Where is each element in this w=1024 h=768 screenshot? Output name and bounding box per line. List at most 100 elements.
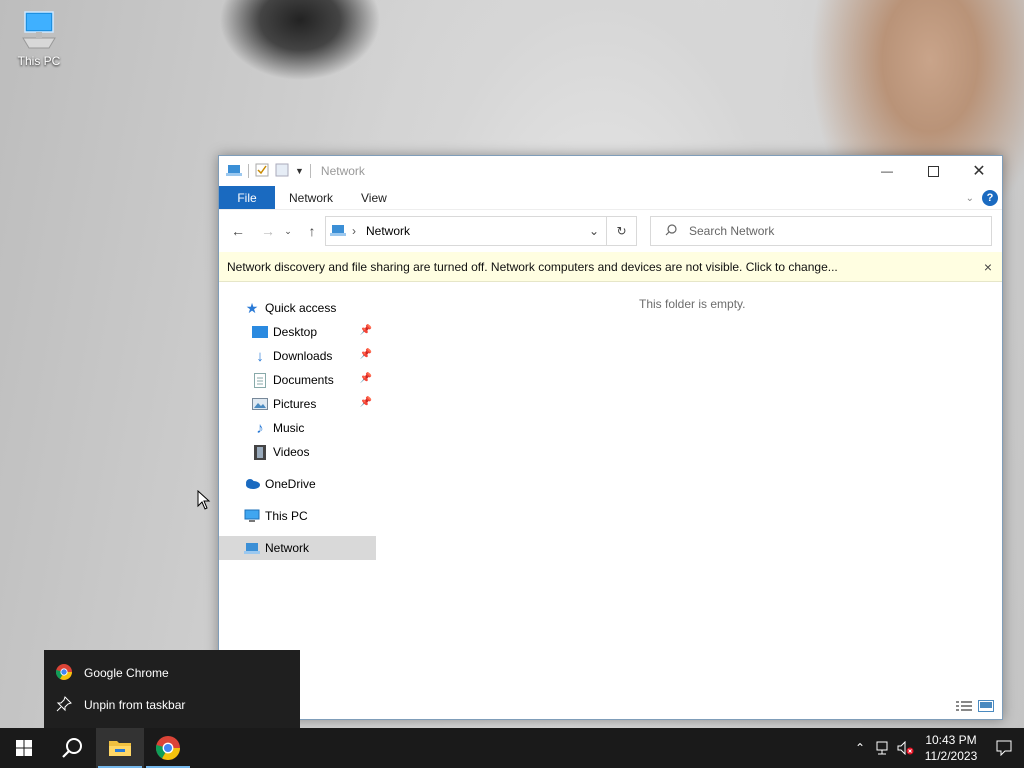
jumplist-item-label: Unpin from taskbar — [84, 698, 186, 712]
pin-icon: 📌 — [359, 325, 372, 336]
notification-icon — [996, 740, 1012, 756]
unpin-icon — [56, 695, 72, 715]
tab-file[interactable]: File — [219, 186, 275, 209]
network-status-icon — [876, 741, 888, 755]
recent-locations-button[interactable]: ⌄ — [281, 220, 295, 242]
search-placeholder: Search Network — [689, 224, 775, 238]
jumplist-item-unpin[interactable]: Unpin from taskbar — [44, 689, 300, 721]
details-view-icon[interactable] — [956, 700, 972, 715]
nav-item-desktop[interactable]: Desktop 📌 — [219, 320, 376, 344]
desktop-icon-this-pc[interactable]: This PC — [10, 8, 68, 68]
back-button[interactable]: ← — [227, 220, 249, 242]
properties-icon[interactable] — [255, 163, 269, 180]
window-title: Network — [320, 164, 365, 178]
forward-button[interactable]: → — [257, 220, 279, 242]
action-center-button[interactable] — [984, 728, 1024, 768]
monitor-icon — [243, 507, 261, 525]
download-arrow-icon: ↓ — [256, 347, 264, 365]
breadcrumb-network[interactable]: Network — [366, 224, 410, 238]
nav-item-pictures[interactable]: Pictures 📌 — [219, 392, 376, 416]
search-input[interactable]: Search Network — [650, 216, 992, 246]
help-icon[interactable]: ? — [982, 190, 998, 206]
address-bar[interactable]: › Network ⌄ — [325, 216, 607, 246]
maximize-button[interactable] — [910, 156, 956, 186]
nav-item-onedrive[interactable]: OneDrive — [219, 472, 376, 496]
info-bar-close-button[interactable]: × — [984, 259, 992, 275]
empty-folder-message: This folder is empty. — [639, 297, 746, 311]
customize-arrow-icon[interactable]: ▼ — [295, 166, 304, 176]
maximize-icon — [927, 165, 939, 177]
nav-item-label: Music — [273, 421, 305, 435]
pin-icon: 📌 — [359, 373, 372, 384]
clock-time: 10:43 PM — [925, 733, 977, 747]
tab-view[interactable]: View — [347, 186, 401, 209]
title-bar[interactable]: ▼ Network — ✕ — [219, 156, 1002, 186]
breadcrumb-separator-icon[interactable]: › — [352, 224, 356, 238]
nav-item-network[interactable]: Network — [219, 536, 376, 560]
start-button[interactable] — [0, 728, 48, 768]
star-icon: ★ — [245, 299, 259, 316]
info-bar[interactable]: Network discovery and file sharing are t… — [219, 252, 1002, 282]
cloud-icon — [243, 475, 261, 493]
chrome-icon — [156, 736, 180, 760]
nav-item-quick-access[interactable]: ★ Quick access — [219, 296, 376, 320]
nav-item-label: Documents — [273, 373, 334, 387]
search-icon — [665, 223, 677, 239]
taskbar-search-button[interactable] — [48, 728, 96, 768]
up-arrow-icon: ↑ — [308, 223, 316, 239]
back-arrow-icon: ← — [231, 223, 245, 239]
volume-button[interactable] — [894, 728, 918, 768]
nav-item-label: Network — [265, 541, 310, 555]
large-icons-view-icon[interactable] — [978, 700, 994, 715]
documents-icon — [251, 371, 269, 389]
nav-item-label: Downloads — [273, 349, 333, 363]
tab-network[interactable]: Network — [275, 186, 347, 209]
nav-item-label: This PC — [265, 509, 308, 523]
nav-item-music[interactable]: ♪ Music — [219, 416, 376, 440]
volume-muted-icon — [897, 741, 914, 755]
minimize-icon: — — [881, 164, 893, 178]
desktop-icon-label: This PC — [17, 54, 61, 68]
navigation-bar: ← → ⌄ ↑ › Network ⌄ ↻ Search Network — [219, 210, 1002, 252]
divider — [248, 164, 249, 178]
film-icon — [251, 443, 269, 461]
taskbar-file-explorer[interactable] — [96, 728, 144, 768]
network-icon — [243, 539, 261, 557]
taskbar: ⌃ 10:43 PM 11/2/2023 — [0, 728, 1024, 768]
taskbar-jump-list: Google Chrome Unpin from taskbar — [44, 650, 300, 728]
nav-item-documents[interactable]: Documents 📌 — [219, 368, 376, 392]
chrome-icon — [55, 663, 72, 683]
search-icon — [62, 738, 82, 758]
file-explorer-window: ▼ Network — ✕ File Network View ⌄ ? ← → … — [218, 155, 1003, 720]
new-folder-icon[interactable] — [275, 163, 289, 180]
nav-item-this-pc[interactable]: This PC — [219, 504, 376, 528]
close-button[interactable]: ✕ — [956, 156, 1002, 186]
up-button[interactable]: ↑ — [301, 220, 323, 242]
jumplist-item-google-chrome[interactable]: Google Chrome — [44, 657, 300, 689]
file-explorer-icon — [109, 741, 131, 756]
address-dropdown-button[interactable]: ⌄ — [582, 217, 606, 245]
expand-ribbon-icon[interactable]: ⌄ — [966, 193, 974, 204]
minimize-button[interactable]: — — [864, 156, 910, 186]
explorer-body: ★ Quick access Desktop 📌 ↓ Downloads 📌 D… — [219, 281, 1002, 719]
music-note-icon: ♪ — [256, 419, 264, 437]
nav-item-downloads[interactable]: ↓ Downloads 📌 — [219, 344, 376, 368]
info-bar-message[interactable]: Network discovery and file sharing are t… — [227, 260, 838, 274]
network-icon — [226, 163, 242, 180]
taskbar-chrome[interactable] — [144, 728, 192, 768]
nav-item-label: Pictures — [273, 397, 317, 411]
nav-item-label: Quick access — [265, 301, 337, 315]
show-hidden-icons-button[interactable]: ⌃ — [850, 728, 870, 768]
mouse-cursor — [197, 489, 211, 513]
chevron-up-icon: ⌃ — [854, 741, 866, 755]
clock-date: 11/2/2023 — [924, 749, 978, 763]
system-tray: ⌃ 10:43 PM 11/2/2023 — [850, 728, 1024, 768]
network-icon — [330, 223, 346, 240]
pin-icon: 📌 — [359, 349, 372, 360]
network-status-button[interactable] — [870, 728, 894, 768]
nav-item-videos[interactable]: Videos — [219, 440, 376, 464]
refresh-icon: ↻ — [616, 224, 627, 238]
clock[interactable]: 10:43 PM 11/2/2023 — [918, 728, 984, 768]
pin-icon: 📌 — [359, 397, 372, 408]
refresh-button[interactable]: ↻ — [607, 216, 637, 246]
